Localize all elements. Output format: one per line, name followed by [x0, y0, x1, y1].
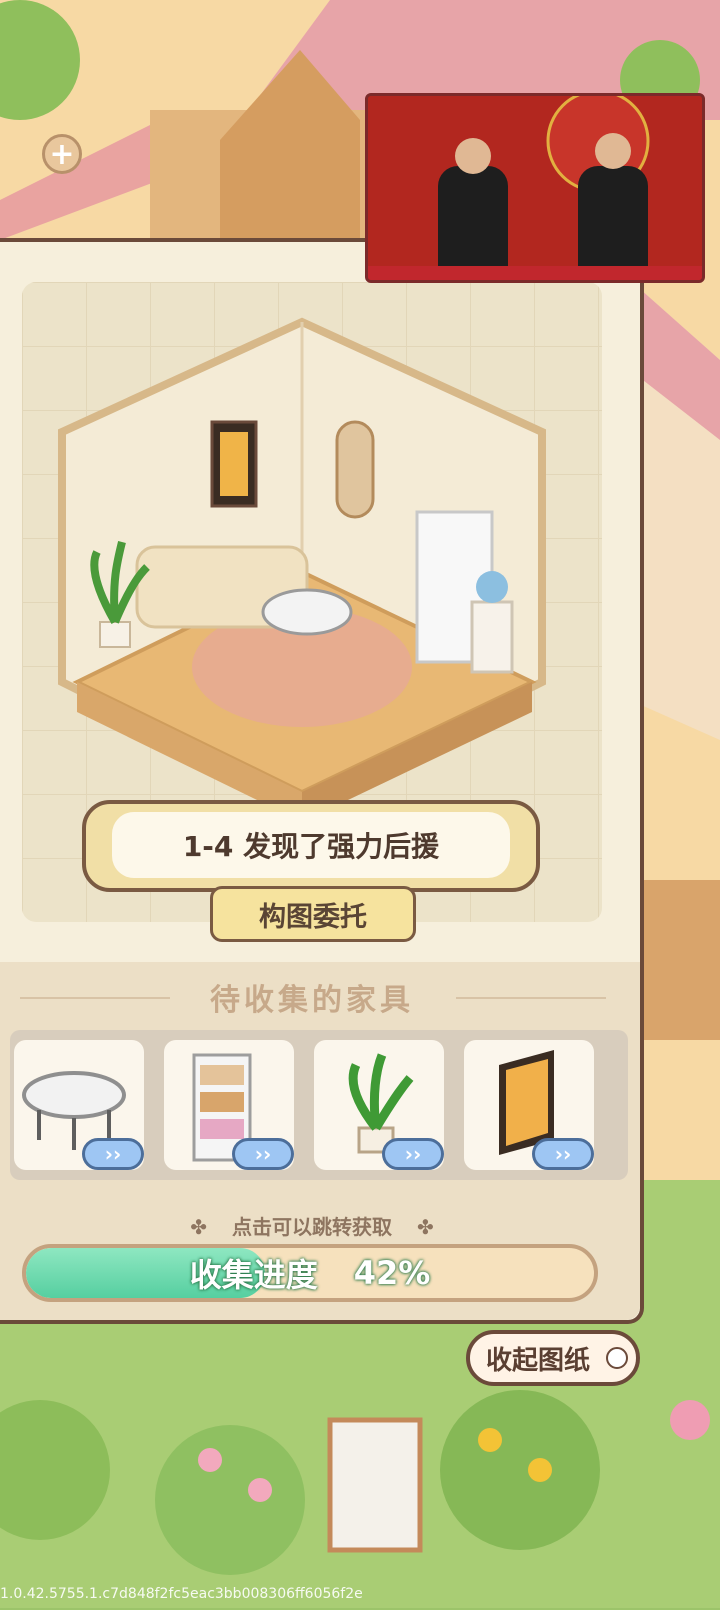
floating-video-player[interactable]	[365, 93, 705, 283]
collection-progress-bar: 收集进度 42%	[22, 1244, 598, 1302]
video-frame	[368, 96, 702, 280]
progress-percent: 42%	[353, 1254, 431, 1292]
version-string: 1.0.42.5755.1.c7d848f2fc5eac3bb008306ff6…	[0, 1586, 363, 1602]
garden-decorations	[0, 1390, 710, 1575]
jump-button-plant[interactable]: ››	[382, 1138, 444, 1170]
hint-text: 点击可以跳转获取	[232, 1215, 392, 1239]
progress-label: 收集进度 42%	[26, 1248, 594, 1298]
jump-hint: ✤ 点击可以跳转获取 ✤	[0, 1211, 624, 1240]
add-button[interactable]: +	[42, 134, 82, 174]
task-tab[interactable]: 构图委托	[210, 886, 416, 942]
jump-button-painting[interactable]: ››	[532, 1138, 594, 1170]
bulb-icon	[606, 1347, 628, 1369]
collapse-blueprint-button[interactable]: 收起图纸	[466, 1330, 640, 1386]
clover-icon: ✤	[190, 1215, 208, 1239]
jump-button-bookshelf[interactable]: ››	[232, 1138, 294, 1170]
level-title: 1-4 发现了强力后援	[112, 812, 510, 878]
collapse-label: 收起图纸	[486, 1345, 591, 1376]
progress-text: 收集进度	[189, 1256, 318, 1294]
clover-icon: ✤	[416, 1215, 434, 1239]
section-title: 待收集的家具	[210, 983, 414, 1018]
jump-button-table[interactable]: ››	[82, 1138, 144, 1170]
